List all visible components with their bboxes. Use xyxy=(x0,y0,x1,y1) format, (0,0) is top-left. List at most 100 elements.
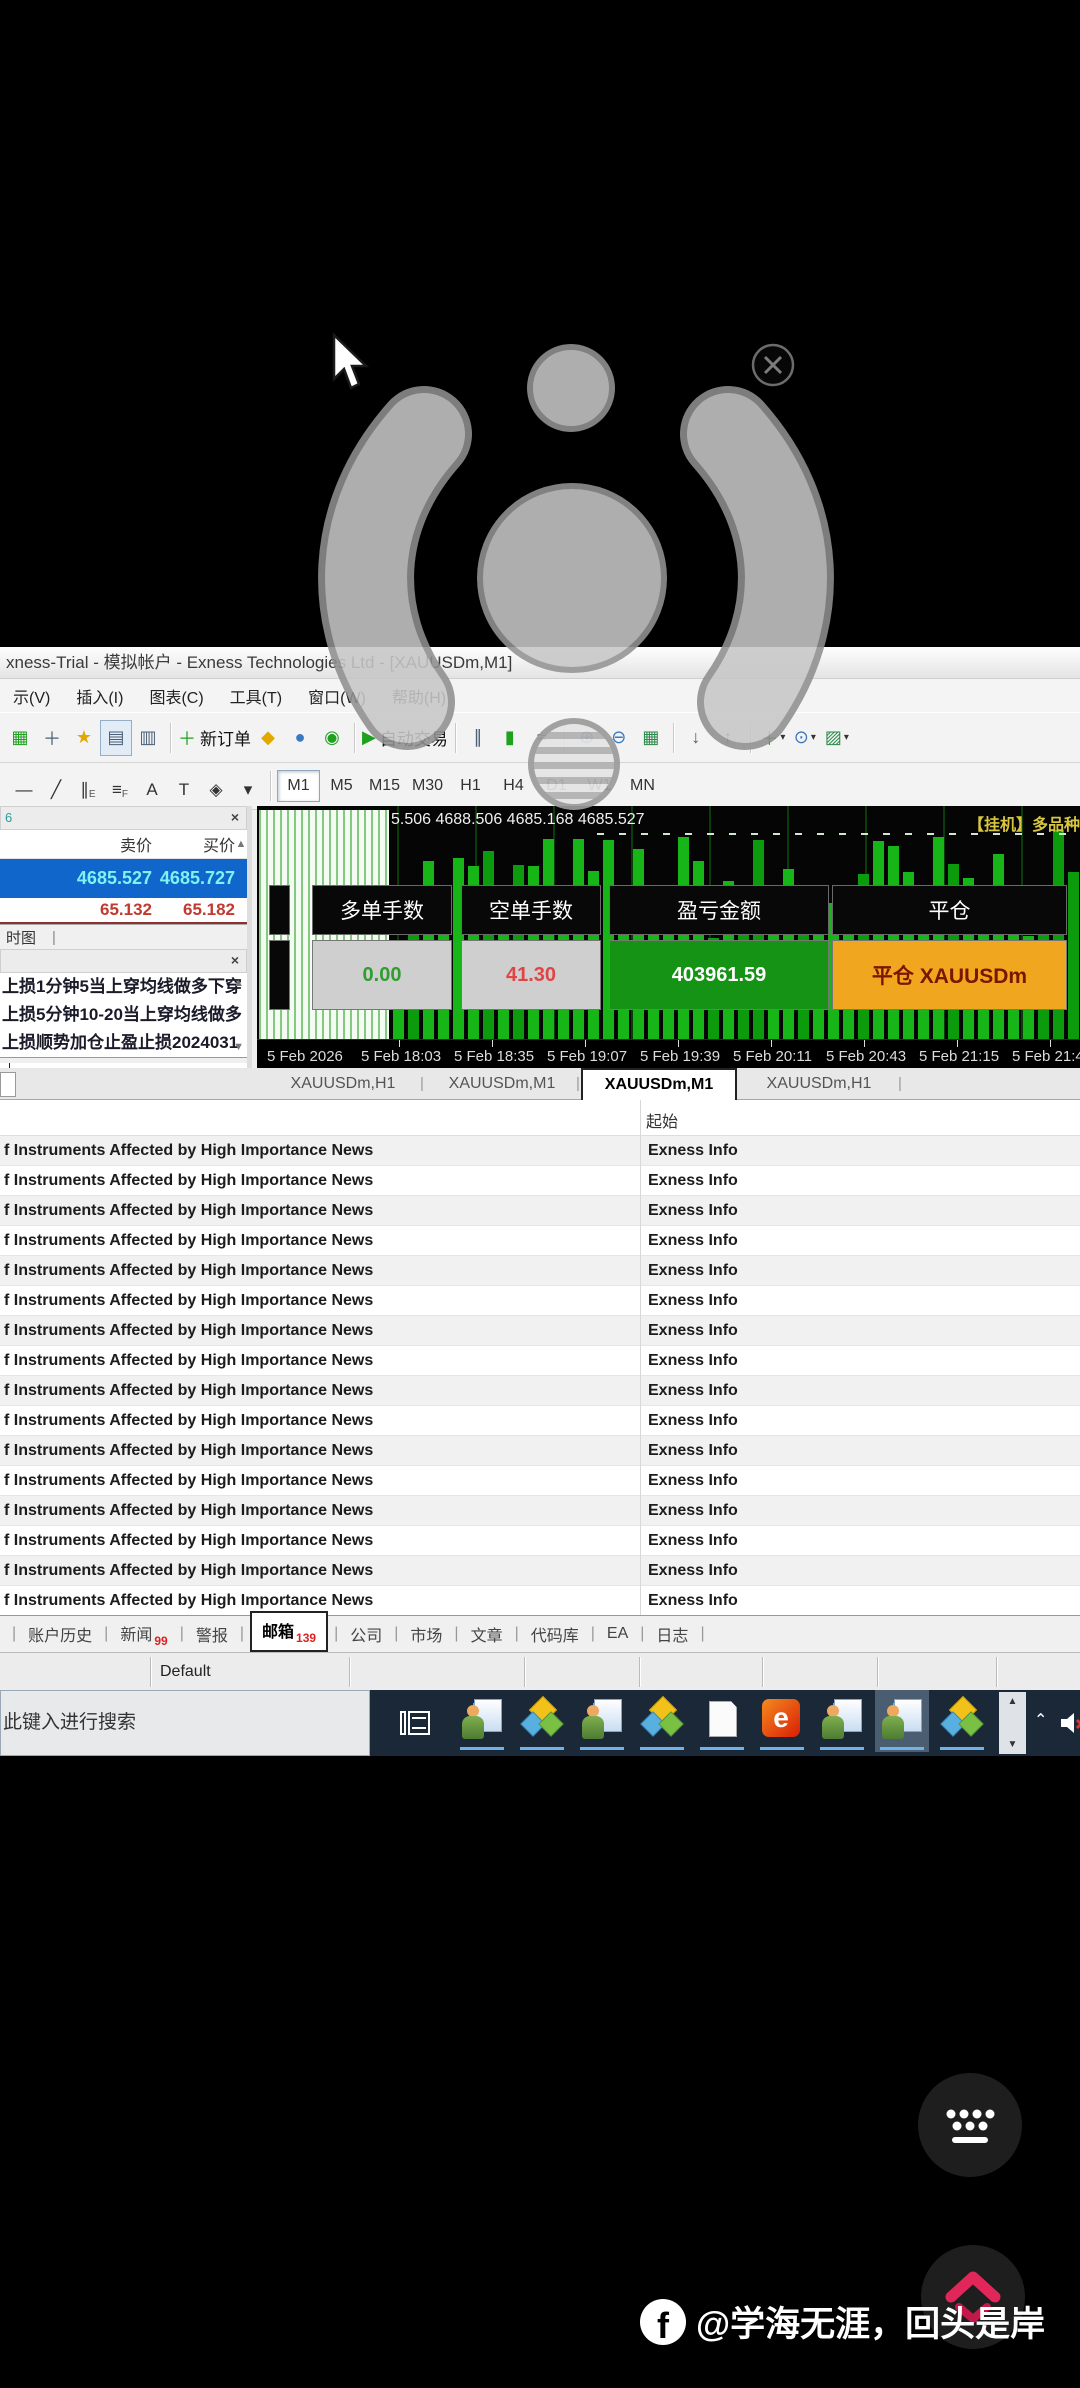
taskbar-overflow-scroll[interactable]: ▲ ▼ xyxy=(999,1692,1026,1754)
text-tool[interactable]: A xyxy=(136,770,168,803)
periods-button[interactable]: ⊙▾ xyxy=(789,720,821,756)
market-watch-tabs[interactable]: 时图 | xyxy=(0,924,247,949)
data-window-button[interactable]: ▥ xyxy=(132,720,164,756)
profiles-button[interactable]: ★ xyxy=(68,720,100,756)
terminal-tab-账户历史[interactable]: 账户历史 xyxy=(22,1620,98,1648)
start-column-header[interactable]: 起始 xyxy=(646,1108,678,1132)
scroll-up-icon[interactable]: ▲ xyxy=(233,977,244,989)
market-watch-button[interactable]: ▤ xyxy=(100,720,132,756)
step-forward-button[interactable]: ↑ xyxy=(712,720,744,756)
terminal-tab-EA[interactable]: EA xyxy=(601,1623,634,1645)
virtual-keyboard-button[interactable] xyxy=(918,2073,1022,2177)
news-row[interactable]: f Instruments Affected by High Importanc… xyxy=(0,1376,1080,1406)
mt-terminal-taskbar-button[interactable] xyxy=(575,1690,629,1752)
new-order-button[interactable]: ＋新订单 xyxy=(177,720,252,756)
cloud-account-button[interactable]: ● xyxy=(284,720,316,756)
mt-terminal-taskbar-button[interactable] xyxy=(875,1690,929,1752)
terminal-tab-新闻[interactable]: 新闻99 xyxy=(114,1619,173,1650)
mt-terminal-taskbar-button[interactable] xyxy=(455,1690,509,1752)
navigator-titlebar[interactable]: × xyxy=(0,949,247,973)
gold-trader-taskbar-button[interactable] xyxy=(515,1690,569,1752)
chart-tab-stub[interactable] xyxy=(0,1072,16,1097)
terminal-tab-公司[interactable]: 公司 xyxy=(344,1620,388,1648)
text-label-tool[interactable]: T xyxy=(168,770,200,803)
trendline-tool[interactable]: ╱ xyxy=(40,770,72,803)
ask-column-header[interactable]: 买价 xyxy=(152,832,235,856)
timeframe-m15[interactable]: M15 xyxy=(363,770,406,802)
chart-tab[interactable]: XAUUSDm,M1 xyxy=(581,1068,737,1100)
news-row[interactable]: f Instruments Affected by High Importanc… xyxy=(0,1346,1080,1376)
timeframe-h1[interactable]: H1 xyxy=(449,770,492,802)
task-view-icon[interactable] xyxy=(398,1706,432,1740)
scroll-down-icon[interactable]: ▼ xyxy=(233,1041,244,1053)
navigator-ea-item[interactable]: 上损5分钟10-20当上穿均线做多 xyxy=(0,1001,247,1029)
crosshair-button[interactable]: ＋ xyxy=(36,720,68,756)
market-watch-row[interactable]: 4685.5274685.727 xyxy=(0,859,247,898)
timeframe-mn[interactable]: MN xyxy=(621,770,664,802)
candlesticks-button[interactable]: ▮ xyxy=(494,720,526,756)
equidistant-channel-tool[interactable]: ∥E xyxy=(72,770,104,803)
mt-terminal-taskbar-button[interactable] xyxy=(815,1690,869,1752)
news-row[interactable]: f Instruments Affected by High Importanc… xyxy=(0,1406,1080,1436)
scroll-down-icon[interactable]: ▼ xyxy=(1008,1739,1018,1750)
fibonacci-tool[interactable]: ≡F xyxy=(104,770,136,803)
terminal-tab-邮箱[interactable]: 邮箱139 xyxy=(250,1611,328,1652)
timeframe-m5[interactable]: M5 xyxy=(320,770,363,802)
terminal-tab-警报[interactable]: 警报 xyxy=(190,1620,234,1648)
timeframe-m30[interactable]: M30 xyxy=(406,770,449,802)
menu-item[interactable]: 插入(I) xyxy=(63,684,136,708)
news-row[interactable]: f Instruments Affected by High Importanc… xyxy=(0,1436,1080,1466)
scroll-up-icon[interactable]: ▲ xyxy=(1008,1696,1018,1707)
horizontal-line-tool[interactable]: — xyxy=(8,770,40,803)
news-row[interactable]: f Instruments Affected by High Importanc… xyxy=(0,1136,1080,1166)
news-row[interactable]: f Instruments Affected by High Importanc… xyxy=(0,1496,1080,1526)
bar-chart-button[interactable]: ∥ xyxy=(462,720,494,756)
price-chart[interactable]: 5.506 4688.506 4685.168 4685.527 【挂机】多品种… xyxy=(257,806,1080,1068)
news-row[interactable]: f Instruments Affected by High Importanc… xyxy=(0,1196,1080,1226)
terminal-tab-日志[interactable]: 日志 xyxy=(650,1620,694,1648)
menu-item[interactable]: 帮助(H) xyxy=(379,684,459,708)
chart-tab[interactable]: XAUUSDm,M1 xyxy=(426,1068,578,1100)
timeframe-m1[interactable]: M1 xyxy=(277,770,320,802)
news-row[interactable]: f Instruments Affected by High Importanc… xyxy=(0,1166,1080,1196)
menu-item[interactable]: 窗口(W) xyxy=(295,684,379,708)
menu-item[interactable]: 图表(C) xyxy=(136,684,216,708)
mql5-community-button[interactable]: ◆ xyxy=(252,720,284,756)
notepad-document-taskbar-button[interactable] xyxy=(695,1690,749,1752)
overlay-grip-handle[interactable] xyxy=(528,718,620,810)
news-row[interactable]: f Instruments Affected by High Importanc… xyxy=(0,1556,1080,1586)
show-hidden-icons-chevron[interactable]: ⌃ xyxy=(1034,1710,1047,1730)
signal-button[interactable]: ◉ xyxy=(316,720,348,756)
gold-trader-taskbar-button[interactable] xyxy=(935,1690,989,1752)
chart-tab[interactable]: XAUUSDm,H1 xyxy=(268,1068,418,1100)
terminal-tab-文章[interactable]: 文章 xyxy=(465,1620,509,1648)
auto-trading-button[interactable]: ▶自动交易 xyxy=(361,720,449,756)
chart-tab[interactable]: XAUUSDm,H1 xyxy=(744,1068,894,1100)
internet-explorer-taskbar-button[interactable]: e xyxy=(755,1690,809,1752)
dropdown-tool[interactable]: ▾ xyxy=(232,770,264,803)
news-row[interactable]: f Instruments Affected by High Importanc… xyxy=(0,1286,1080,1316)
navigator-ea-item[interactable]: 上损1分钟5当上穿均线做多下穿 xyxy=(0,973,247,1001)
templates-button[interactable]: ▨▾ xyxy=(821,720,853,756)
gold-trader-taskbar-button[interactable] xyxy=(635,1690,689,1752)
arrows-tool[interactable]: ◈ xyxy=(200,770,232,803)
window-titlebar[interactable]: xness-Trial - 模拟帐户 - Exness Technologies… xyxy=(0,647,1080,679)
navigator-ea-item[interactable]: 上损顺势加仓止盈止损2024031 xyxy=(0,1029,247,1057)
close-icon[interactable]: × xyxy=(231,953,239,967)
news-row[interactable]: f Instruments Affected by High Importanc… xyxy=(0,1466,1080,1496)
news-row[interactable]: f Instruments Affected by High Importanc… xyxy=(0,1316,1080,1346)
menu-item[interactable]: 工具(T) xyxy=(217,684,295,708)
tile-windows-button[interactable]: ▦ xyxy=(635,720,667,756)
profile-label[interactable]: Default xyxy=(160,1653,211,1691)
market-watch-row[interactable]: 65.13265.182 xyxy=(0,898,247,922)
new-chart-button[interactable]: ▦ xyxy=(4,720,36,756)
scroll-up-icon[interactable]: ▲ xyxy=(235,838,247,850)
add-indicator-button[interactable]: ＋▾ xyxy=(757,720,789,756)
close-icon[interactable]: × xyxy=(231,810,239,824)
close-position-button[interactable]: 平仓 XAUUSDm xyxy=(832,940,1067,1010)
terminal-tab-代码库[interactable]: 代码库 xyxy=(525,1620,585,1648)
bid-column-header[interactable]: 卖价 xyxy=(22,832,152,856)
terminal-tab-市场[interactable]: 市场 xyxy=(404,1620,448,1648)
news-row[interactable]: f Instruments Affected by High Importanc… xyxy=(0,1586,1080,1616)
news-row[interactable]: f Instruments Affected by High Importanc… xyxy=(0,1526,1080,1556)
